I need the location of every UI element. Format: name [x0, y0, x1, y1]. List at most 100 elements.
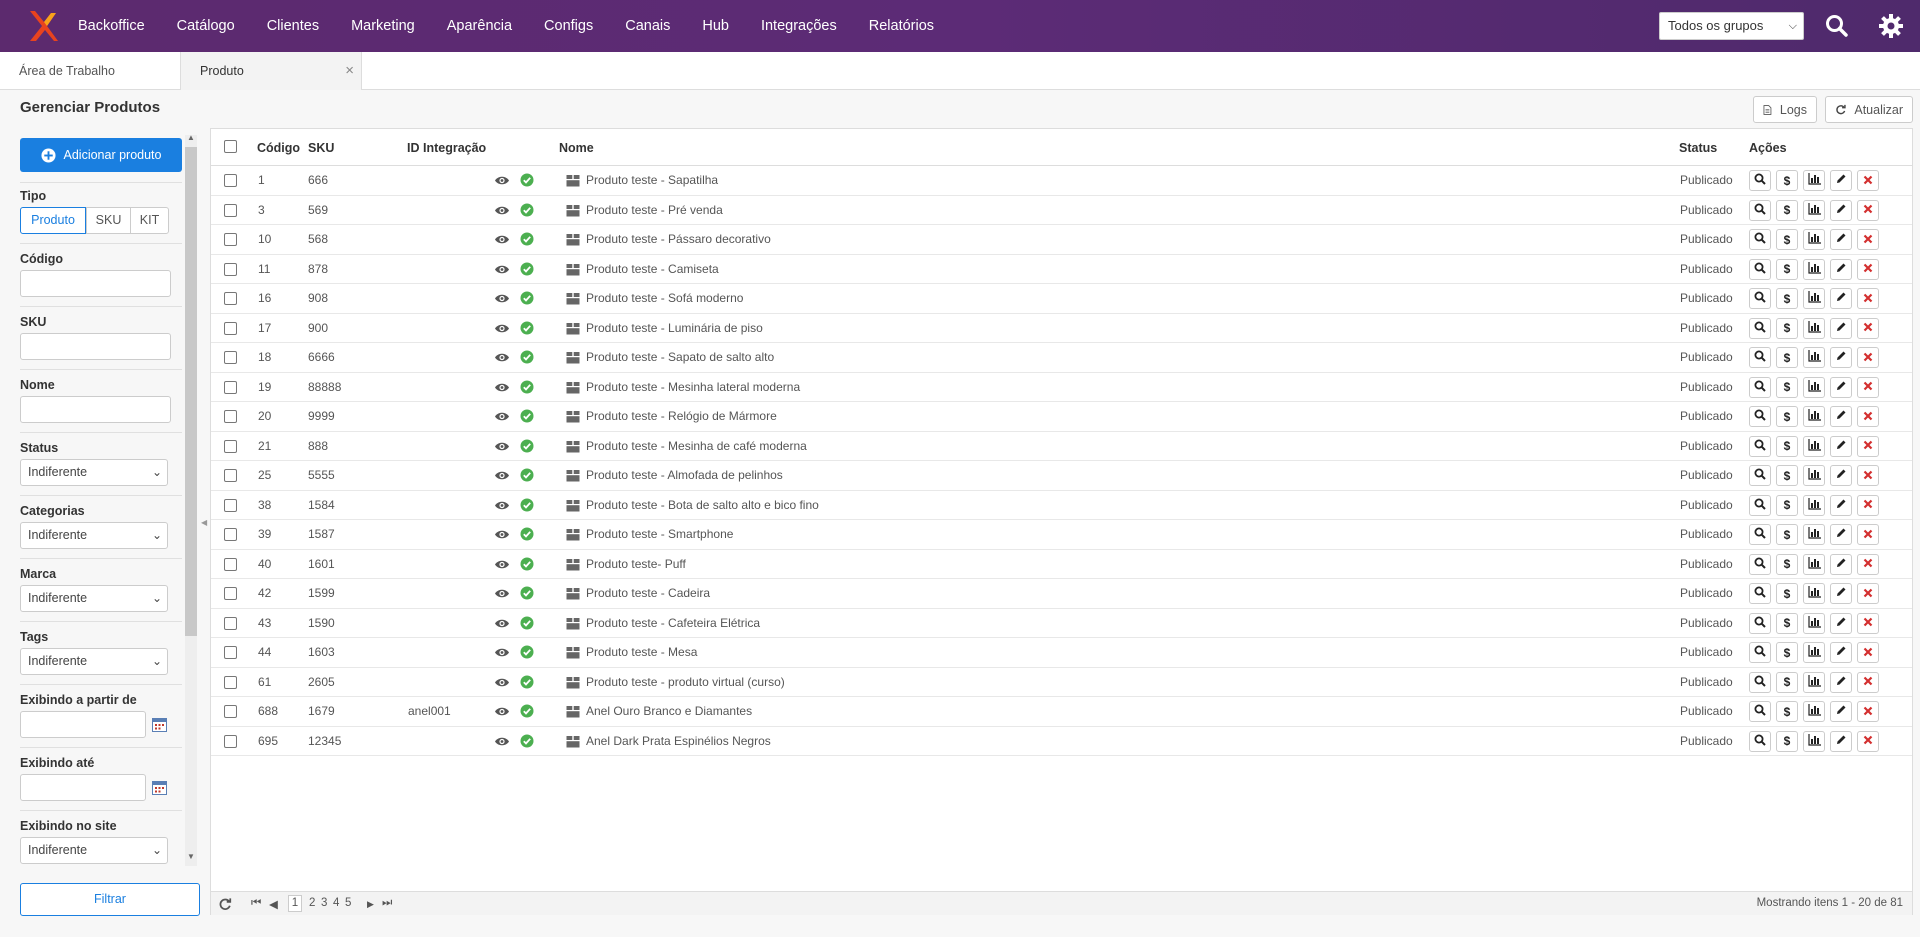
- price-button[interactable]: $: [1776, 465, 1798, 486]
- gear-icon[interactable]: [1878, 13, 1904, 39]
- eye-icon[interactable]: [494, 411, 510, 425]
- view-button[interactable]: [1749, 642, 1771, 663]
- edit-button[interactable]: [1830, 170, 1852, 191]
- cell-nome[interactable]: Produto teste - Relógio de Mármore: [586, 409, 777, 423]
- eye-icon[interactable]: [494, 736, 510, 750]
- price-button[interactable]: $: [1776, 406, 1798, 427]
- refresh-icon[interactable]: [218, 897, 232, 911]
- delete-button[interactable]: [1857, 730, 1879, 752]
- table-row[interactable]: 42 1599 Produto teste - Cadeira Publicado $: [211, 579, 1912, 609]
- edit-button[interactable]: [1830, 465, 1852, 486]
- delete-button[interactable]: [1857, 170, 1879, 191]
- table-row[interactable]: 10 568 Produto teste - Pássaro decorativo P…: [211, 225, 1912, 255]
- page-1[interactable]: 1: [288, 895, 302, 912]
- row-checkbox[interactable]: [224, 380, 237, 394]
- eye-icon[interactable]: [494, 529, 510, 543]
- logo-icon[interactable]: [26, 9, 58, 43]
- report-button[interactable]: [1803, 671, 1825, 693]
- table-row[interactable]: 19 88888 Produto teste - Mesinha lateral m…: [211, 373, 1912, 402]
- page-4[interactable]: 4: [333, 897, 339, 909]
- edit-button[interactable]: [1830, 317, 1852, 339]
- calendar-icon[interactable]: [152, 780, 167, 795]
- table-row[interactable]: 61 2605 Produto teste - produto virtual (c…: [211, 668, 1912, 697]
- delete-button[interactable]: [1857, 553, 1879, 575]
- row-checkbox[interactable]: [224, 498, 237, 512]
- table-row[interactable]: 11 878 Produto teste - Camiseta Publicado $: [211, 255, 1912, 284]
- cell-nome[interactable]: Produto teste - Cadeira: [586, 586, 710, 600]
- view-button[interactable]: [1749, 553, 1771, 575]
- view-button[interactable]: [1749, 730, 1771, 752]
- view-button[interactable]: [1749, 258, 1771, 280]
- delete-button[interactable]: [1857, 435, 1879, 457]
- cell-nome[interactable]: Anel Ouro Branco e Diamantes: [586, 704, 752, 718]
- edit-button[interactable]: [1830, 642, 1852, 663]
- edit-button[interactable]: [1830, 524, 1852, 545]
- eye-icon[interactable]: [494, 264, 510, 278]
- view-button[interactable]: [1749, 347, 1771, 368]
- view-button[interactable]: [1749, 170, 1771, 191]
- delete-button[interactable]: [1857, 701, 1879, 722]
- scroll-up-icon[interactable]: ▲: [187, 133, 195, 142]
- price-button[interactable]: $: [1776, 317, 1798, 339]
- view-button[interactable]: [1749, 317, 1771, 339]
- sku-input[interactable]: [20, 333, 171, 360]
- cell-nome[interactable]: Produto teste - Mesinha lateral moderna: [586, 380, 800, 394]
- eye-icon[interactable]: [494, 205, 510, 219]
- row-checkbox[interactable]: [224, 587, 237, 600]
- edit-button[interactable]: [1830, 730, 1852, 752]
- edit-button[interactable]: [1830, 612, 1852, 634]
- next-page-icon[interactable]: ▶: [367, 899, 374, 910]
- view-button[interactable]: [1749, 435, 1771, 457]
- view-button[interactable]: [1749, 229, 1771, 250]
- cell-nome[interactable]: Produto teste - Sapatilha: [586, 173, 718, 187]
- delete-button[interactable]: [1857, 583, 1879, 604]
- site-select[interactable]: Indiferente ⌄: [20, 837, 168, 864]
- logs-button[interactable]: Logs: [1753, 96, 1817, 123]
- refresh-button[interactable]: Atualizar: [1825, 96, 1913, 123]
- header-sku[interactable]: SKU: [308, 141, 334, 155]
- header-codigo[interactable]: Código: [257, 141, 300, 155]
- cell-nome[interactable]: Produto teste - produto virtual (curso): [586, 675, 785, 689]
- nav-marketing[interactable]: Marketing: [335, 0, 431, 52]
- cell-nome[interactable]: Anel Dark Prata Espinélios Negros: [586, 734, 771, 748]
- report-button[interactable]: [1803, 229, 1825, 250]
- table-row[interactable]: 39 1587 Produto teste - Smartphone Publicad…: [211, 520, 1912, 550]
- edit-button[interactable]: [1830, 553, 1852, 575]
- nav-integracoes[interactable]: Integrações: [745, 0, 853, 52]
- eye-icon[interactable]: [494, 559, 510, 573]
- row-checkbox[interactable]: [224, 469, 237, 482]
- price-button[interactable]: $: [1776, 376, 1798, 398]
- cell-nome[interactable]: Produto teste - Mesinha de café moderna: [586, 439, 807, 453]
- nav-relatorios[interactable]: Relatórios: [853, 0, 950, 52]
- nav-configs[interactable]: Configs: [528, 0, 609, 52]
- tab-product[interactable]: Produto ×: [180, 52, 362, 90]
- view-button[interactable]: [1749, 583, 1771, 604]
- view-button[interactable]: [1749, 701, 1771, 722]
- eye-icon[interactable]: [494, 234, 510, 248]
- view-button[interactable]: [1749, 288, 1771, 309]
- row-checkbox[interactable]: [224, 262, 237, 276]
- scroll-down-icon[interactable]: ▼: [187, 852, 195, 861]
- table-row[interactable]: 695 12345 Anel Dark Prata Espinélios Negro…: [211, 727, 1912, 756]
- select-all-checkbox[interactable]: [224, 140, 237, 153]
- row-checkbox[interactable]: [224, 646, 237, 659]
- table-row[interactable]: 44 1603 Produto teste - Mesa Publicado $: [211, 638, 1912, 668]
- table-row[interactable]: 17 900 Produto teste - Luminária de piso Pu…: [211, 314, 1912, 343]
- eye-icon[interactable]: [494, 293, 510, 307]
- delete-button[interactable]: [1857, 258, 1879, 280]
- calendar-icon[interactable]: [152, 717, 167, 732]
- delete-button[interactable]: [1857, 199, 1879, 221]
- codigo-input[interactable]: [20, 270, 171, 297]
- cell-nome[interactable]: Produto teste - Pré venda: [586, 203, 723, 217]
- eye-icon[interactable]: [494, 588, 510, 602]
- eye-icon[interactable]: [494, 618, 510, 632]
- eye-icon[interactable]: [494, 470, 510, 484]
- view-button[interactable]: [1749, 465, 1771, 486]
- delete-button[interactable]: [1857, 642, 1879, 663]
- eye-icon[interactable]: [494, 706, 510, 720]
- price-button[interactable]: $: [1776, 170, 1798, 191]
- tab-workspace[interactable]: Área de Trabalho: [0, 52, 180, 90]
- edit-button[interactable]: [1830, 258, 1852, 280]
- price-button[interactable]: $: [1776, 199, 1798, 221]
- price-button[interactable]: $: [1776, 583, 1798, 604]
